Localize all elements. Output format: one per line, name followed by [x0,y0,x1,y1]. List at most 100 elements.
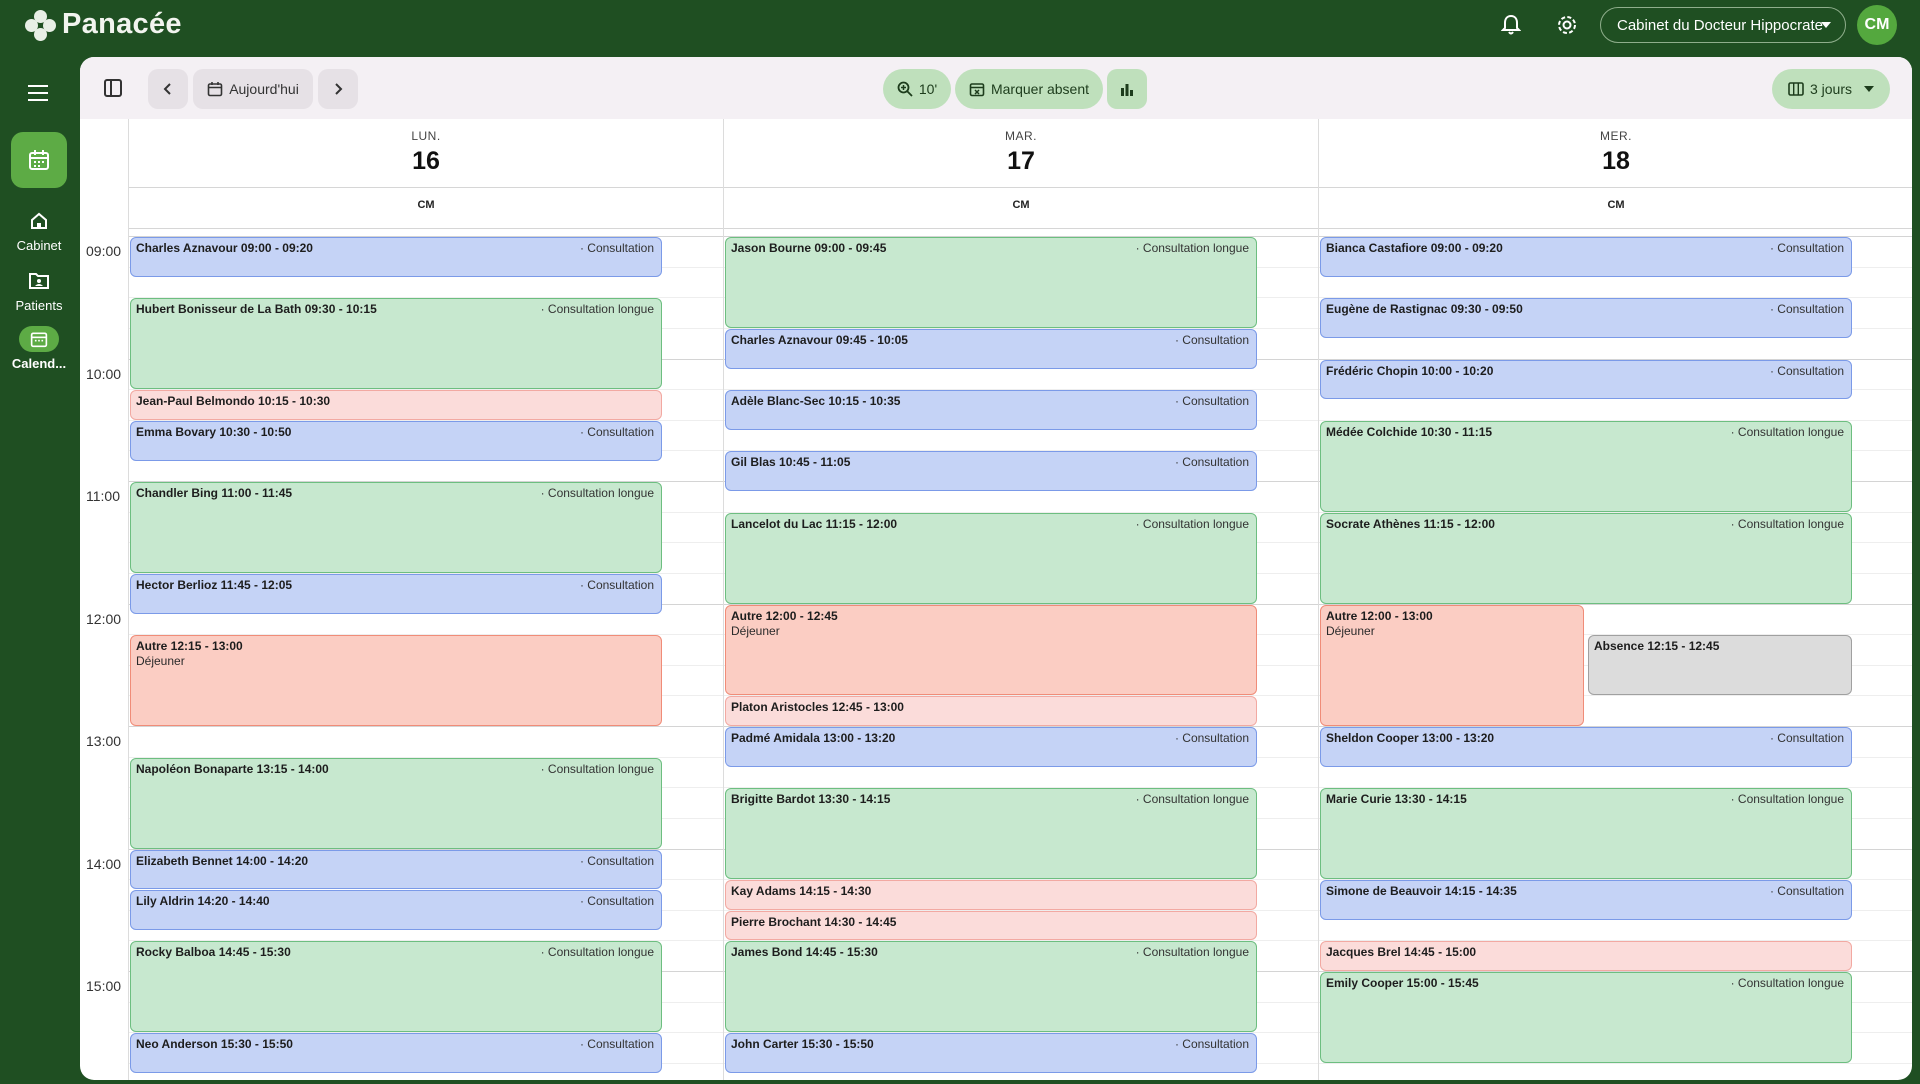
appointment[interactable]: Charles Aznavour 09:00 - 09:20 · Consulta… [130,237,662,277]
appointment-type: · Consultation longue [1135,241,1249,255]
appointment[interactable]: Jacques Brel 14:45 - 15:00 [1320,941,1852,971]
appointment-title: Charles Aznavour 09:45 - 10:05 [731,332,908,347]
appointment-title: Neo Anderson 15:30 - 15:50 [136,1037,293,1052]
appointment[interactable]: Frédéric Chopin 10:00 - 10:20 · Consultat… [1320,359,1852,400]
day-number: 16 [412,147,440,175]
appointment[interactable]: Autre 12:00 - 12:45 Déjeuner [725,604,1257,696]
avatar[interactable]: CM [1857,5,1897,45]
column-divider [128,119,129,1080]
appointment-title: Jacques Brel 14:45 - 15:00 [1326,945,1477,960]
sidebar-item-label: Cabinet [16,238,62,253]
appointment[interactable]: Rocky Balboa 14:45 - 15:30 · Consultation… [130,941,662,1033]
appointment[interactable]: Emily Cooper 15:00 - 15:45 · Consultation… [1320,972,1852,1063]
cabinet-select[interactable]: Cabinet du Docteur Hippocrate [1600,7,1846,43]
column-divider [1318,119,1319,1080]
zoom-in-icon [897,81,913,97]
appointment[interactable]: Autre 12:15 - 13:00 Déjeuner [130,635,662,726]
appointment[interactable]: Emma Bovary 10:30 - 10:50 · Consultation [130,420,662,461]
zoom-button[interactable]: 10' [883,69,951,109]
sidebar-item-patients[interactable]: Patients [0,268,78,313]
appointment[interactable]: Hector Berlioz 11:45 - 12:05 · Consultati… [130,573,662,614]
appointment[interactable]: Chandler Bing 11:00 - 11:45 · Consultatio… [130,482,662,573]
stats-button[interactable] [1107,69,1147,109]
appointment[interactable]: Adèle Blanc-Sec 10:15 - 10:35 · Consultat… [725,390,1257,430]
appointment-type: · Consultation [1769,731,1844,745]
header-divider [128,228,1912,229]
appointment-type: · Consultation longue [540,486,654,500]
appointment[interactable]: Hubert Bonisseur de La Bath 09:30 - 10:1… [130,298,662,390]
appointment[interactable]: Brigitte Bardot 13:30 - 14:15 · Consultat… [725,788,1257,880]
calendar-icon [19,326,59,352]
calendar-icon [29,150,49,170]
appointment[interactable]: Napoléon Bonaparte 13:15 - 14:00 · Consul… [130,757,662,849]
appointment[interactable]: Padmé Amidala 13:00 - 13:20 · Consultatio… [725,727,1257,767]
appointment[interactable]: Eugène de Rastignac 09:30 - 09:50 · Consu… [1320,298,1852,339]
appointment[interactable]: Autre 12:00 - 13:00 Déjeuner [1320,604,1584,726]
appointment-title: Bianca Castafiore 09:00 - 09:20 [1326,241,1503,255]
appointment[interactable]: Elizabeth Bennet 14:00 - 14:20 · Consulta… [130,849,662,890]
appointment-title: Kay Adams 14:15 - 14:30 [731,884,872,899]
appointment[interactable]: Simone de Beauvoir 14:15 - 14:35 · Consul… [1320,880,1852,920]
appointment-type: · Consultation [1769,884,1844,899]
time-label: 13:00 [86,733,122,749]
appointment[interactable]: Marie Curie 13:30 - 14:15 · Consultation … [1320,788,1852,880]
clover-logo-icon [24,9,56,41]
appointment[interactable]: Lily Aldrin 14:20 - 14:40 · Consultation [130,890,662,931]
toggle-sidebar-icon[interactable] [96,71,130,105]
today-button[interactable]: Aujourd'hui [193,69,313,109]
appointment-type: · Consultation [579,894,654,909]
appointment[interactable]: James Bond 14:45 - 15:30 · Consultation l… [725,941,1257,1033]
time-label: 14:00 [86,855,122,872]
next-button[interactable] [318,69,358,109]
appointment[interactable]: Gil Blas 10:45 - 11:05 · Consultation [725,451,1257,492]
sidebar-item-label: Patients [15,298,63,313]
appointment[interactable]: Jason Bourne 09:00 - 09:45 · Consultation… [725,237,1257,328]
appointment-type: · Consultation longue [1730,976,1844,990]
calendar-grid[interactable]: 09:00 10:00 11:00 12:00 13:00 14:00 15:00 Charl… [80,230,1912,1080]
appointment-title: Autre 12:15 - 13:00 [136,639,243,654]
appointment[interactable]: Jean-Paul Belmondo 10:15 - 10:30 [130,390,662,420]
time-label: 12:00 [86,610,122,627]
appointment[interactable]: John Carter 15:30 - 15:50 · Consultation [725,1033,1257,1074]
appointment-title: Emma Bovary 10:30 - 10:50 [136,424,292,439]
day-header[interactable]: MER. 18 CM [1319,119,1912,229]
appointment-type: · Consultation [1174,1037,1249,1052]
app-logo[interactable]: Panacée [24,8,182,41]
appointment[interactable]: Pierre Brochant 14:30 - 14:45 [725,910,1257,941]
sidebar-item-cabinet[interactable]: Cabinet [0,208,78,253]
new-appointment-button[interactable] [11,132,67,188]
sidebar-item-calendar[interactable]: Calend... [0,326,78,371]
appointment[interactable]: Neo Anderson 15:30 - 15:50 · Consultation [130,1033,662,1074]
appointment[interactable]: Médée Colchide 10:30 - 11:15 · Consultati… [1320,420,1852,512]
appointment-title: Autre 12:00 - 12:45 [731,608,838,623]
gear-icon[interactable] [1552,10,1582,40]
previous-button[interactable] [148,69,188,109]
zoom-label: 10' [918,81,938,97]
day-header[interactable]: MAR. 17 CM [724,119,1318,229]
appointment[interactable]: Absence 12:15 - 12:45 [1588,635,1852,696]
cabinet-select-label: Cabinet du Docteur Hippocrate [1617,16,1823,34]
day-header[interactable]: LUN. 16 CM [129,119,723,229]
appointment-title: Elizabeth Bennet 14:00 - 14:20 [136,853,309,868]
bell-icon[interactable] [1496,10,1526,40]
mark-absent-button[interactable]: Marquer absent [955,69,1103,109]
view-select[interactable]: 3 jours [1772,69,1890,109]
appointment-title: Frédéric Chopin 10:00 - 10:20 [1326,363,1494,378]
time-label: 11:00 [86,488,120,504]
appointment-type: · Consultation [1174,332,1249,347]
time-label: 15:00 [86,978,122,994]
appointment-type: · Consultation longue [540,761,654,776]
appointment[interactable]: Socrate Athènes 11:15 - 12:00 · Consultat… [1320,512,1852,604]
appointment[interactable]: Charles Aznavour 09:45 - 10:05 · Consulta… [725,328,1257,369]
day-name: MER. [1600,129,1632,143]
appointment-title: Hector Berlioz 11:45 - 12:05 [136,577,293,592]
appointment[interactable]: Kay Adams 14:15 - 14:30 [725,880,1257,910]
appointment[interactable]: Bianca Castafiore 09:00 - 09:20 · Consult… [1320,237,1852,277]
appointment[interactable]: Sheldon Cooper 13:00 - 13:20 · Consultati… [1320,727,1852,767]
time-label: 09:00 [86,243,122,259]
appointment[interactable]: Lancelot du Lac 11:15 - 12:00 · Consultat… [725,512,1257,604]
menu-icon[interactable] [24,80,54,106]
day-number: 17 [1007,147,1035,175]
day-number: 18 [1602,147,1630,175]
appointment[interactable]: Platon Aristocles 12:45 - 13:00 [725,696,1257,726]
